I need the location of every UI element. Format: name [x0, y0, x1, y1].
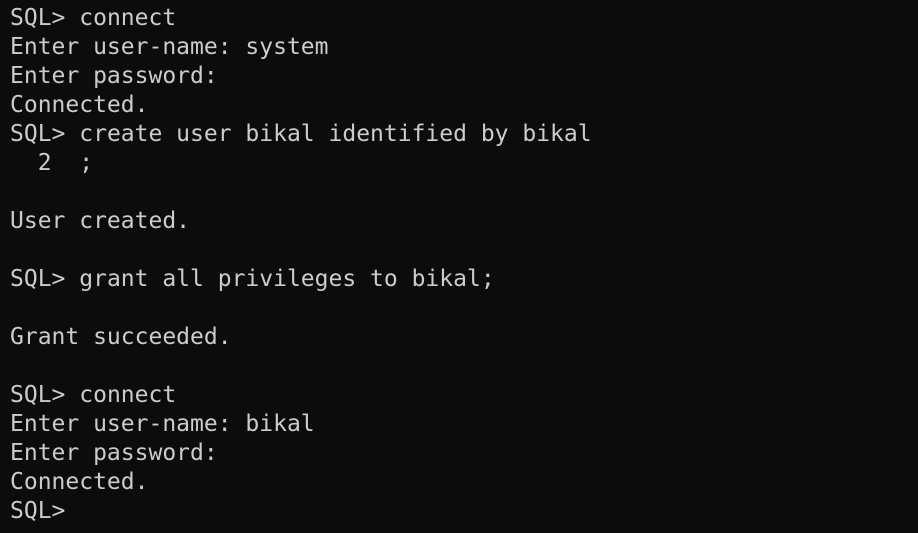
command-text: connect — [79, 382, 177, 408]
command-text: ; — [79, 150, 94, 176]
output-text: Connected. — [10, 469, 149, 495]
command-text: connect — [79, 5, 177, 31]
command-text: create user bikal identified by bikal — [79, 121, 592, 147]
terminal-line: 2 ; — [10, 149, 918, 178]
sql-prompt: SQL> — [10, 5, 80, 31]
sql-prompt: SQL> — [10, 498, 66, 524]
terminal-line: SQL> grant all privileges to bikal; — [10, 265, 918, 294]
terminal-line: SQL> connect — [10, 4, 918, 33]
output-text: Grant succeeded. — [10, 324, 232, 350]
terminal-line: SQL> connect — [10, 381, 918, 410]
terminal-line: SQL> create user bikal identified by bik… — [10, 120, 918, 149]
line-number-prompt: 2 — [10, 150, 80, 176]
terminal-line: User created. — [10, 207, 918, 236]
sql-prompt: SQL> — [10, 266, 80, 292]
terminal-input-line[interactable]: SQL> — [10, 497, 918, 526]
terminal-line: Enter password: — [10, 439, 918, 468]
terminal-line: Grant succeeded. — [10, 323, 918, 352]
output-text: Enter password: — [10, 440, 218, 466]
output-text: Enter user-name: bikal — [10, 411, 315, 437]
terminal-line: Enter password: — [10, 62, 918, 91]
command-text: grant all privileges to bikal; — [79, 266, 495, 292]
output-text: Enter password: — [10, 63, 218, 89]
terminal-line: Enter user-name: bikal — [10, 410, 918, 439]
sql-prompt: SQL> — [10, 382, 80, 408]
output-text: Connected. — [10, 92, 149, 118]
terminal-line: Enter user-name: system — [10, 33, 918, 62]
sql-prompt: SQL> — [10, 121, 80, 147]
terminal-window[interactable]: SQL> connect Enter user-name: system Ent… — [0, 0, 918, 533]
output-text: Enter user-name: system — [10, 34, 329, 60]
terminal-line: Connected. — [10, 91, 918, 120]
terminal-line: Connected. — [10, 468, 918, 497]
output-text: User created. — [10, 208, 191, 234]
